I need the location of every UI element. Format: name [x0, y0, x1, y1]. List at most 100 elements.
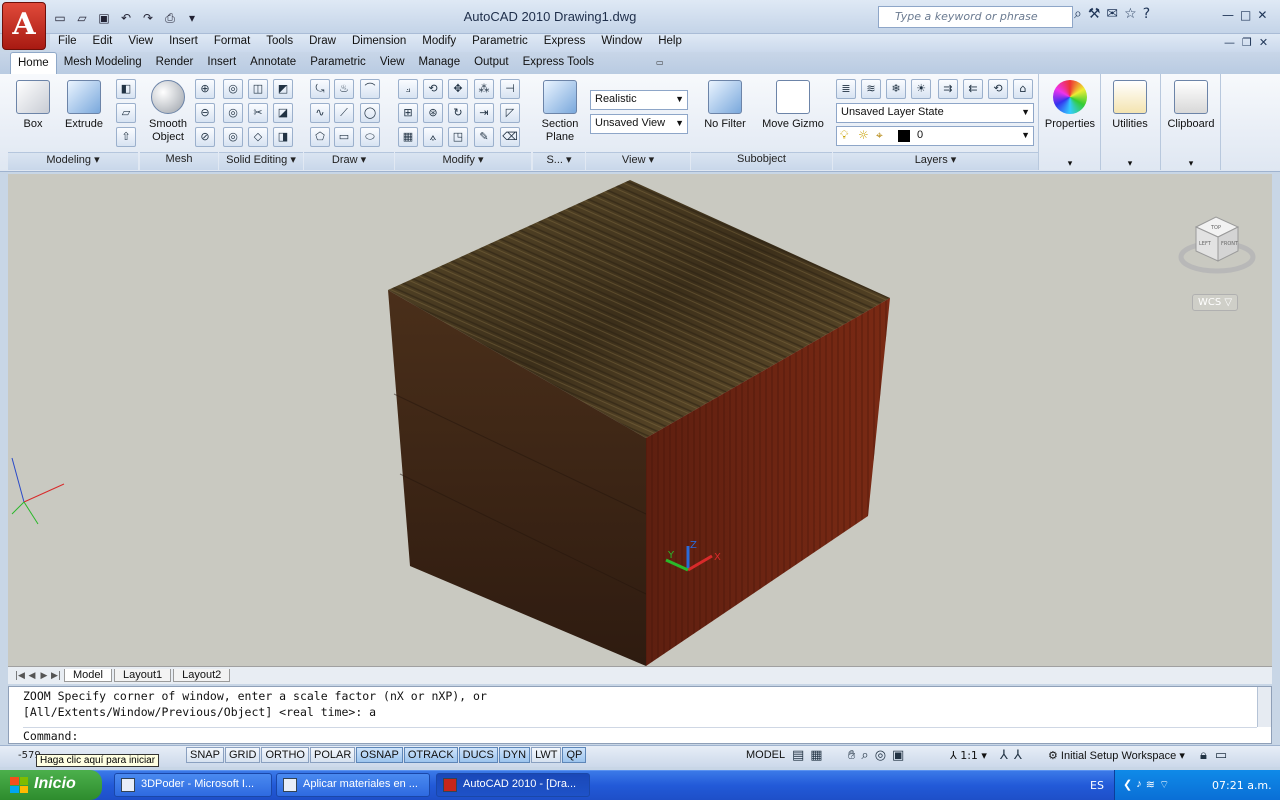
panel-solid-editing-title[interactable]: Solid Editing ▾: [219, 152, 303, 170]
named-view-select[interactable]: Unsaved View ▼: [590, 114, 688, 134]
tray-expand-icon[interactable]: ❮: [1123, 778, 1132, 792]
osnap-toggle[interactable]: OSNAP: [356, 747, 403, 763]
polar-toggle[interactable]: POLAR: [310, 747, 356, 763]
erase-icon[interactable]: ⌫: [500, 127, 520, 147]
section-plane-button[interactable]: Section Plane: [538, 80, 582, 144]
layer-off-icon[interactable]: ☀: [911, 79, 931, 99]
drawing-viewport[interactable]: Z X Y: [8, 174, 1272, 666]
no-filter-button[interactable]: No Filter: [700, 80, 750, 131]
intersect-icon[interactable]: ◎: [223, 127, 243, 147]
panel-modify-title[interactable]: Modify ▾: [395, 152, 531, 170]
ribbon-minimize-icon[interactable]: ▭: [656, 58, 670, 70]
arc-icon[interactable]: ⌒: [360, 79, 380, 99]
union-icon[interactable]: ◎: [223, 79, 243, 99]
tab-view[interactable]: View: [373, 52, 412, 74]
menu-modify[interactable]: Modify: [414, 34, 464, 52]
lwt-toggle[interactable]: LWT: [531, 747, 562, 763]
extrude-button[interactable]: Extrude: [62, 80, 106, 131]
tab-manage[interactable]: Manage: [412, 52, 468, 74]
mesh-refine-icon[interactable]: ⊘: [195, 127, 215, 147]
favorites-icon[interactable]: ☆: [1124, 6, 1137, 22]
array-icon[interactable]: ▦: [398, 127, 418, 147]
tab-insert[interactable]: Insert: [200, 52, 243, 74]
language-indicator[interactable]: ES: [1090, 779, 1104, 792]
maximize-icon[interactable]: □: [1240, 8, 1251, 22]
spline-icon[interactable]: ∿: [310, 103, 330, 123]
3d-align-icon[interactable]: ⊞: [398, 103, 418, 123]
tab-home[interactable]: Home: [10, 52, 57, 74]
layer-walk-icon[interactable]: ⟲: [988, 79, 1008, 99]
layer-state-select[interactable]: Unsaved Layer State ▼: [836, 103, 1034, 123]
qat-dropdown-icon[interactable]: ▾: [182, 8, 202, 28]
menu-window[interactable]: Window: [593, 34, 650, 52]
first-layout-icon[interactable]: |◀: [14, 671, 26, 681]
panel-draw-title[interactable]: Draw ▾: [304, 152, 394, 170]
search-input[interactable]: Type a keyword or phrase: [878, 6, 1073, 28]
tab-annotate[interactable]: Annotate: [243, 52, 303, 74]
redo-icon[interactable]: ↷: [138, 8, 158, 28]
grid-toggle[interactable]: GRID: [224, 747, 261, 763]
drawing-restore-icon[interactable]: ❐: [1242, 36, 1252, 49]
circle-icon[interactable]: ◯: [360, 103, 380, 123]
menu-parametric[interactable]: Parametric: [464, 34, 536, 52]
menu-edit[interactable]: Edit: [85, 34, 121, 52]
drawing-minimize-icon[interactable]: —: [1224, 36, 1235, 49]
model-space-canvas[interactable]: Z X Y: [8, 174, 1272, 666]
panel-section-title[interactable]: S... ▾: [533, 152, 585, 170]
properties-button[interactable]: Properties ▾: [1042, 80, 1098, 170]
open-file-icon[interactable]: ▱: [72, 8, 92, 28]
tab-output[interactable]: Output: [467, 52, 516, 74]
network-icon[interactable]: ≋: [1146, 778, 1155, 792]
binoculars-icon[interactable]: ⌕: [1074, 6, 1082, 22]
quick-view-drawings-icon[interactable]: ▦: [810, 748, 822, 763]
dyn-toggle[interactable]: DYN: [498, 747, 531, 763]
copy-icon[interactable]: ⇥: [474, 103, 494, 123]
help-icon[interactable]: ?: [1143, 6, 1150, 22]
ortho-toggle[interactable]: ORTHO: [261, 747, 309, 763]
layer-color-swatch[interactable]: [898, 130, 910, 142]
3d-rotate-icon[interactable]: ⟲: [423, 79, 443, 99]
menu-tools[interactable]: Tools: [258, 34, 301, 52]
taskbar-item-autocad[interactable]: AutoCAD 2010 - [Dra...: [436, 773, 590, 797]
match-properties-icon[interactable]: ✎: [474, 127, 494, 147]
layer-on-icon[interactable]: 💡︎: [840, 128, 848, 143]
viewcube[interactable]: TOP LEFT FRONT: [1178, 205, 1256, 277]
menu-dimension[interactable]: Dimension: [344, 34, 414, 52]
auto-scale-icon[interactable]: ⅄: [1014, 748, 1022, 763]
layer-isolate-icon[interactable]: ≋: [861, 79, 881, 99]
layer-match-icon[interactable]: ⇉: [938, 79, 958, 99]
rotate-icon[interactable]: ↻: [448, 103, 468, 123]
command-input[interactable]: Command:: [23, 729, 78, 743]
menu-insert[interactable]: Insert: [161, 34, 206, 52]
undo-icon[interactable]: ↶: [116, 8, 136, 28]
utilities-button[interactable]: Utilities ▾: [1104, 80, 1156, 170]
communication-icon[interactable]: ✉: [1106, 6, 1118, 22]
otrack-toggle[interactable]: OTRACK: [403, 747, 458, 763]
menu-format[interactable]: Format: [206, 34, 258, 52]
slice-icon[interactable]: ◨: [273, 127, 293, 147]
shell-icon[interactable]: ◇: [248, 127, 268, 147]
clipboard-button[interactable]: Clipboard ▾: [1164, 80, 1218, 170]
panel-layers-title[interactable]: Layers ▾: [833, 152, 1038, 170]
tab-layout1[interactable]: Layout1: [113, 669, 172, 682]
volume-icon[interactable]: ♪: [1136, 778, 1142, 792]
zoom-icon[interactable]: ⌕: [861, 748, 868, 763]
line-icon[interactable]: ⟋: [334, 103, 354, 123]
panel-subobject-title[interactable]: Subobject: [691, 152, 832, 170]
3d-scale-icon[interactable]: ⟑: [423, 127, 443, 147]
toolbar-lock-icon[interactable]: 🔒︎: [1200, 748, 1207, 763]
polyline-icon[interactable]: ⤿: [310, 79, 330, 99]
menu-help[interactable]: Help: [650, 34, 690, 52]
wifi-icon[interactable]: ⌔: [1159, 778, 1169, 792]
clean-screen-icon[interactable]: ▭: [1215, 748, 1227, 763]
close-icon[interactable]: ✕: [1257, 8, 1267, 22]
imprint-icon[interactable]: ◪: [273, 103, 293, 123]
snap-toggle[interactable]: SNAP: [186, 747, 224, 763]
rectangle-icon[interactable]: ▭: [334, 127, 354, 147]
wood-box-solid[interactable]: [388, 180, 890, 666]
model-space-toggle[interactable]: MODEL: [746, 749, 785, 761]
extract-edges-icon[interactable]: ◫: [248, 79, 268, 99]
annotation-visibility-icon[interactable]: ⅄: [1000, 748, 1008, 763]
next-layout-icon[interactable]: ▶: [38, 671, 50, 681]
tab-parametric[interactable]: Parametric: [303, 52, 373, 74]
